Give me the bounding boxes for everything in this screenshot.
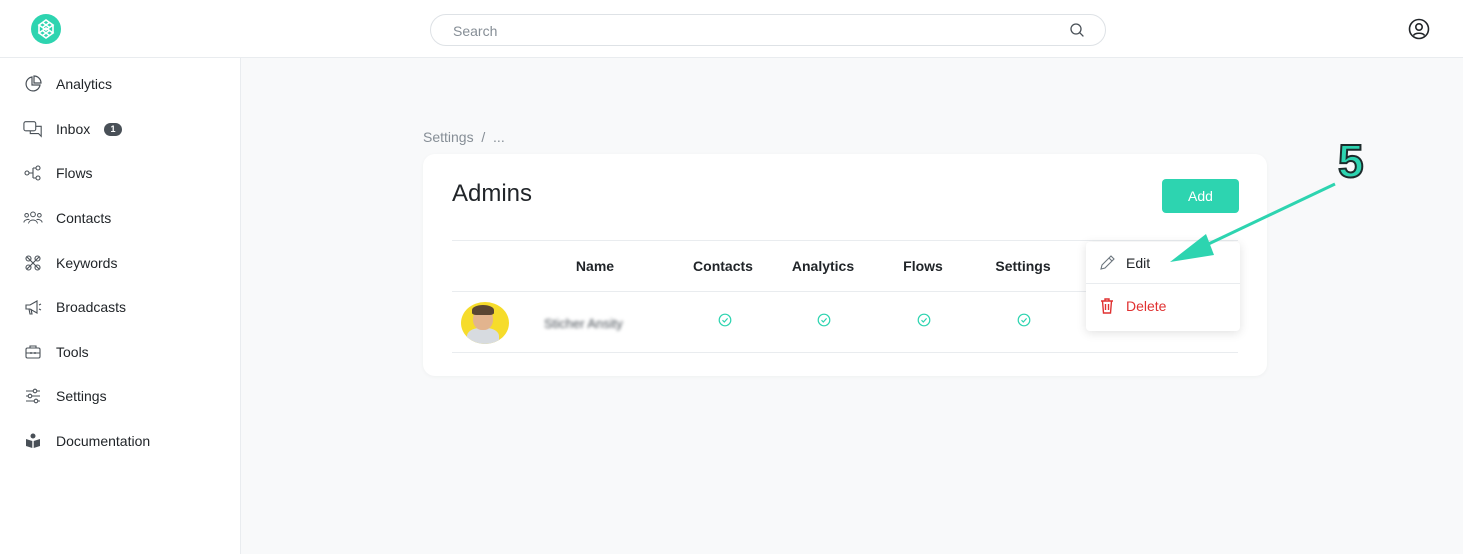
sliders-icon xyxy=(23,386,43,406)
sidebar-item-settings[interactable]: Settings xyxy=(0,378,241,414)
flow-icon xyxy=(23,163,43,183)
sidebar-item-tools[interactable]: Tools xyxy=(0,334,241,370)
column-header-flows: Flows xyxy=(903,258,943,274)
sidebar: Analytics Inbox 1 Flows Contacts Keyword… xyxy=(0,58,241,554)
user-profile-icon[interactable] xyxy=(1408,18,1430,40)
table-header-divider xyxy=(452,240,1238,241)
trash-icon xyxy=(1101,298,1113,314)
column-header-name: Name xyxy=(575,258,615,274)
users-icon xyxy=(23,208,43,228)
sidebar-item-flows[interactable]: Flows xyxy=(0,155,241,191)
sidebar-item-keywords[interactable]: Keywords xyxy=(0,245,241,281)
sidebar-item-contacts[interactable]: Contacts xyxy=(0,200,241,236)
inbox-count-badge: 1 xyxy=(104,122,122,136)
column-header-contacts: Contacts xyxy=(693,258,753,274)
sidebar-item-label: Inbox xyxy=(56,121,91,137)
check-circle-icon xyxy=(917,313,931,327)
book-reader-icon xyxy=(23,431,43,451)
menu-divider xyxy=(1086,283,1240,284)
breadcrumb[interactable]: Settings / ... xyxy=(423,129,505,145)
sidebar-item-analytics[interactable]: Analytics xyxy=(0,66,241,102)
search-icon[interactable] xyxy=(1069,22,1085,38)
sidebar-item-label: Documentation xyxy=(56,433,151,449)
table-bottom-divider xyxy=(452,352,1238,353)
search-bar[interactable] xyxy=(430,14,1106,46)
top-bar xyxy=(0,0,1463,58)
pie-chart-icon xyxy=(23,74,43,94)
toolbox-icon xyxy=(23,342,43,362)
megaphone-icon xyxy=(23,297,43,317)
sidebar-item-label: Analytics xyxy=(56,76,113,92)
annotation-step-number: 5 xyxy=(1337,135,1365,187)
keyword-icon xyxy=(23,253,43,273)
check-circle-icon xyxy=(817,313,831,327)
sidebar-item-documentation[interactable]: Documentation xyxy=(0,423,241,459)
admin-name: Sticher Ansity xyxy=(544,316,623,331)
column-header-settings: Settings xyxy=(995,258,1051,274)
delete-label: Delete xyxy=(1126,298,1167,314)
column-header-analytics: Analytics xyxy=(791,258,855,274)
pencil-icon xyxy=(1100,255,1115,270)
row-actions-menu: Edit Delete xyxy=(1086,242,1240,331)
edit-label: Edit xyxy=(1126,255,1151,271)
sidebar-item-label: Flows xyxy=(56,165,93,181)
search-input[interactable] xyxy=(451,21,1051,41)
avatar xyxy=(461,302,509,344)
sidebar-item-label: Keywords xyxy=(56,255,118,271)
sidebar-item-inbox[interactable]: Inbox 1 xyxy=(0,111,241,147)
check-circle-icon xyxy=(718,313,732,327)
sidebar-item-label: Contacts xyxy=(56,210,112,226)
edit-menu-item[interactable]: Edit xyxy=(1086,243,1240,283)
chat-icon xyxy=(23,119,43,139)
app-logo[interactable] xyxy=(30,13,62,45)
page-title: Admins xyxy=(452,180,533,207)
check-circle-icon xyxy=(1017,313,1031,327)
logo-icon xyxy=(31,14,61,44)
add-admin-button[interactable]: Add xyxy=(1162,179,1239,213)
sidebar-item-label: Tools xyxy=(56,344,89,360)
sidebar-item-label: Settings xyxy=(56,388,107,404)
sidebar-item-label: Broadcasts xyxy=(56,299,127,315)
sidebar-item-broadcasts[interactable]: Broadcasts xyxy=(0,289,241,325)
delete-menu-item[interactable]: Delete xyxy=(1086,286,1240,326)
